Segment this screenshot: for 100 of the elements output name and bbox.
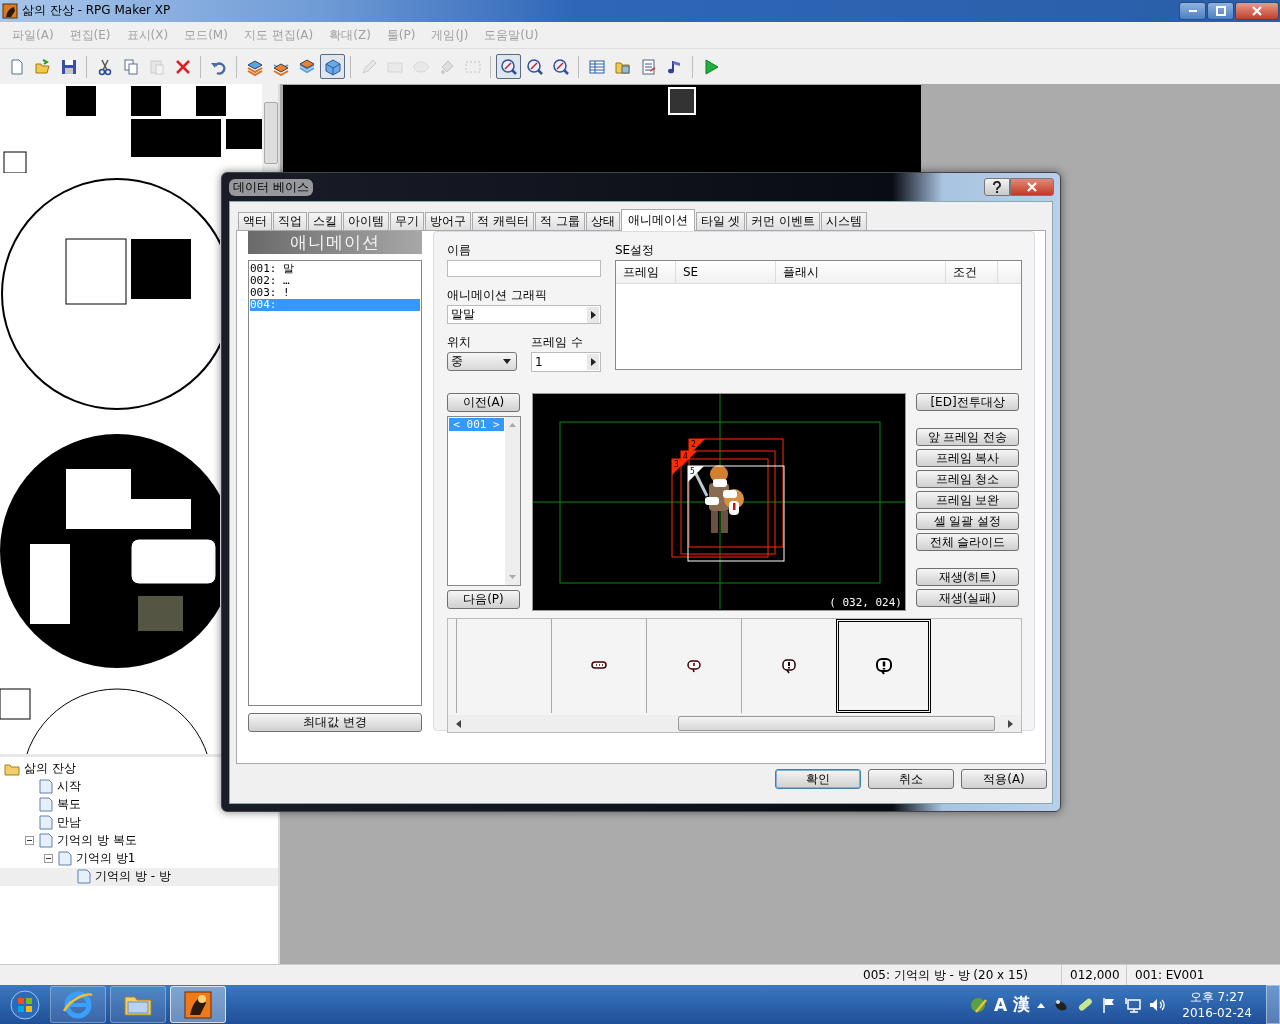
previous-button[interactable]: 이전(A) bbox=[447, 393, 520, 412]
pencil-icon bbox=[359, 57, 378, 76]
tree-label: 복도 bbox=[57, 796, 81, 814]
scroll-right-icon[interactable] bbox=[1008, 719, 1013, 728]
column-header[interactable]: 플래시 bbox=[776, 261, 946, 283]
frame-tool-button[interactable]: 재생(히트) bbox=[916, 568, 1019, 586]
cube-button[interactable] bbox=[320, 54, 345, 80]
help-button[interactable] bbox=[984, 178, 1010, 196]
open-folder-icon bbox=[33, 57, 52, 76]
zoom-icon bbox=[525, 57, 544, 76]
app-icon bbox=[2, 2, 18, 19]
frame-tool-button[interactable]: 전체 슬라이드 bbox=[916, 533, 1019, 551]
horizontal-scrollbar[interactable] bbox=[448, 715, 1021, 732]
tree-item[interactable]: 삶의 잔상 bbox=[0, 759, 278, 778]
field-label: SE설정 bbox=[615, 242, 656, 258]
frame-count-field[interactable]: 1 bbox=[531, 352, 601, 372]
zoom-button[interactable] bbox=[496, 54, 521, 80]
list-item[interactable]: 003: ! bbox=[250, 287, 420, 299]
column-header[interactable]: 프레임 bbox=[616, 261, 676, 283]
position-dropdown[interactable]: 중 bbox=[447, 352, 517, 371]
taskbar-app-button[interactable] bbox=[170, 986, 226, 1023]
frame-tool-button[interactable]: 앞 프레임 전송 bbox=[916, 428, 1019, 446]
tab[interactable]: 적 캐릭터 bbox=[472, 212, 534, 230]
cell-marker bbox=[688, 466, 704, 482]
layers-icon bbox=[297, 57, 316, 76]
caret-icon bbox=[590, 310, 596, 319]
caret-icon bbox=[503, 359, 511, 364]
language-icon[interactable] bbox=[970, 995, 989, 1014]
coordinates-text: ( 032, 024) bbox=[829, 596, 902, 609]
frame-tool-button[interactable]: 프레임 청소 bbox=[916, 470, 1019, 488]
tree-item[interactable]: 시작 bbox=[0, 777, 278, 796]
caret-icon bbox=[590, 358, 596, 366]
list-item[interactable]: 002: … bbox=[250, 275, 420, 287]
window-title: 삶의 잔상 - RPG Maker XP bbox=[22, 2, 171, 20]
network-icon[interactable] bbox=[1124, 995, 1143, 1014]
list-header: 애니메이션 bbox=[248, 231, 422, 254]
cell-frame[interactable] bbox=[671, 458, 769, 558]
frame-tool-button[interactable]: 재생(실패) bbox=[916, 589, 1019, 607]
page-icon bbox=[77, 869, 91, 885]
tree-item[interactable]: 기억의 방 - 방 bbox=[0, 867, 278, 886]
collapse-icon[interactable] bbox=[42, 854, 54, 864]
se-table[interactable]: 프레임 SE 플래시 조건 bbox=[615, 260, 1022, 370]
tab[interactable]: 스킬 bbox=[308, 212, 342, 230]
animation-list[interactable]: 001: 말 002: … 003: ! 004: bbox=[248, 260, 422, 706]
app-icon bbox=[182, 988, 214, 1021]
scroll-left-icon[interactable] bbox=[456, 719, 461, 728]
close-icon bbox=[1026, 182, 1038, 192]
table-icon bbox=[587, 57, 606, 76]
tab[interactable]: 애니메이션 bbox=[620, 209, 695, 231]
close-button[interactable] bbox=[1235, 1, 1279, 20]
column-header[interactable]: 조건 bbox=[946, 261, 998, 283]
dialog-button[interactable]: 적용(A) bbox=[961, 769, 1047, 789]
graphic-picker[interactable]: 말말 bbox=[447, 305, 601, 324]
tab[interactable]: 아이템 bbox=[343, 212, 389, 230]
field-label: 이름 bbox=[447, 242, 472, 258]
animation-preview[interactable]: 2 4 3 5 ( 032, 024) bbox=[532, 393, 906, 611]
page-icon bbox=[39, 779, 53, 795]
tab[interactable]: 직업 bbox=[273, 212, 307, 230]
taskbar-folder-button[interactable] bbox=[110, 986, 166, 1023]
tree-item[interactable]: 복도 bbox=[0, 795, 278, 814]
column-header[interactable]: SE bbox=[676, 261, 776, 283]
collapse-icon[interactable] bbox=[23, 836, 35, 846]
close-button[interactable] bbox=[1010, 178, 1054, 196]
cell-number: 3 bbox=[674, 460, 679, 469]
tab[interactable]: 커먼 이벤트 bbox=[746, 212, 821, 230]
tab[interactable]: 적 그룹 bbox=[534, 212, 585, 230]
minimize-button[interactable] bbox=[1179, 1, 1206, 20]
tab[interactable]: 시스템 bbox=[821, 212, 868, 230]
ime-indicator[interactable]: A bbox=[994, 994, 1008, 1015]
cell-frame[interactable] bbox=[680, 450, 776, 555]
maximize-button[interactable] bbox=[1207, 1, 1234, 20]
clock-date[interactable]: 2016-02-24 bbox=[1182, 1004, 1252, 1021]
clock-time[interactable]: 오후 7:27 bbox=[1189, 988, 1245, 1005]
tree-label: 기억의 방 - 방 bbox=[95, 868, 171, 886]
tile-palette-drawing[interactable] bbox=[0, 83, 262, 173]
cell-frame[interactable] bbox=[688, 438, 784, 548]
frame-tool-button[interactable]: 셀 일괄 설정 bbox=[916, 512, 1019, 530]
frame-tool-button[interactable]: 프레임 복사 bbox=[916, 449, 1019, 467]
tree-item[interactable]: 기억의 방1 bbox=[0, 849, 278, 868]
dialog-button[interactable]: 취소 bbox=[868, 769, 954, 789]
taskbar-browser-button[interactable] bbox=[50, 986, 106, 1023]
tree-item[interactable]: 기억의 방 복도 bbox=[0, 831, 278, 850]
tab[interactable]: 방어구 bbox=[425, 212, 471, 230]
change-maximum-button[interactable]: 최대값 변경 bbox=[248, 713, 422, 732]
tab[interactable]: 상태 bbox=[585, 212, 620, 230]
ime-indicator[interactable]: 漢 bbox=[1013, 993, 1031, 1016]
copy-icon bbox=[121, 57, 140, 76]
list-item[interactable]: 001: 말 bbox=[250, 263, 420, 275]
dialog-button[interactable]: 확인 bbox=[775, 769, 861, 789]
help-icon bbox=[992, 181, 1002, 193]
tree-item[interactable]: 만남 bbox=[0, 813, 278, 832]
frame-tool-button[interactable]: [ED]전투대상 bbox=[916, 393, 1019, 411]
tab[interactable]: 무기 bbox=[390, 212, 424, 230]
strip-cell[interactable] bbox=[836, 619, 931, 713]
tab[interactable]: 액터 bbox=[238, 212, 272, 230]
frame-tool-button[interactable]: 프레임 보완 bbox=[916, 491, 1019, 509]
tab[interactable]: 타일 셋 bbox=[695, 212, 746, 230]
next-button[interactable]: 다음(P) bbox=[447, 590, 520, 609]
name-field[interactable] bbox=[447, 260, 601, 277]
event-tile-icon[interactable] bbox=[668, 86, 696, 115]
